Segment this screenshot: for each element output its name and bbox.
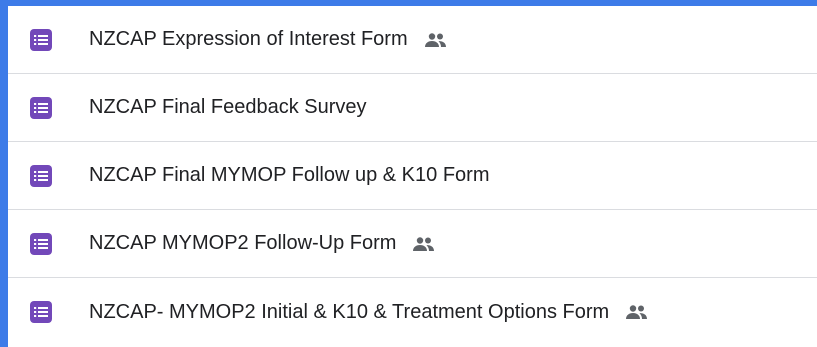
form-row-expression-of-interest[interactable]: NZCAP Expression of Interest Form: [8, 6, 817, 74]
form-title: NZCAP Final MYMOP Follow up & K10 Form: [89, 164, 490, 186]
shared-people-icon: [410, 236, 438, 252]
form-title-wrap: NZCAP Final Feedback Survey: [89, 96, 367, 119]
form-title-wrap: NZCAP Expression of Interest Form: [89, 28, 450, 51]
form-title-wrap: NZCAP MYMOP2 Follow-Up Form: [89, 232, 438, 255]
shared-people-icon: [623, 304, 651, 320]
form-title: NZCAP Final Feedback Survey: [89, 96, 367, 118]
form-title: NZCAP Expression of Interest Form: [89, 28, 408, 50]
forms-icon: [30, 232, 52, 255]
forms-icon: [30, 96, 52, 119]
forms-list: NZCAP Expression of Interest Form NZCAP …: [8, 6, 817, 347]
form-row-final-feedback-survey[interactable]: NZCAP Final Feedback Survey: [8, 74, 817, 142]
form-title: NZCAP- MYMOP2 Initial & K10 & Treatment …: [89, 300, 610, 323]
form-title: NZCAP MYMOP2 Follow-Up Form: [89, 232, 397, 254]
form-row-mymop2-initial[interactable]: NZCAP- MYMOP2 Initial & K10 & Treatment …: [8, 278, 817, 346]
form-title-wrap: NZCAP- MYMOP2 Initial & K10 & Treatment …: [89, 301, 651, 324]
forms-icon: [30, 301, 52, 323]
forms-icon: [30, 164, 52, 187]
forms-icon: [30, 28, 52, 51]
form-row-final-mymop-follow-up[interactable]: NZCAP Final MYMOP Follow up & K10 Form: [8, 142, 817, 210]
form-row-mymop2-follow-up[interactable]: NZCAP MYMOP2 Follow-Up Form: [8, 210, 817, 278]
shared-people-icon: [422, 32, 450, 48]
form-title-wrap: NZCAP Final MYMOP Follow up & K10 Form: [89, 164, 490, 187]
